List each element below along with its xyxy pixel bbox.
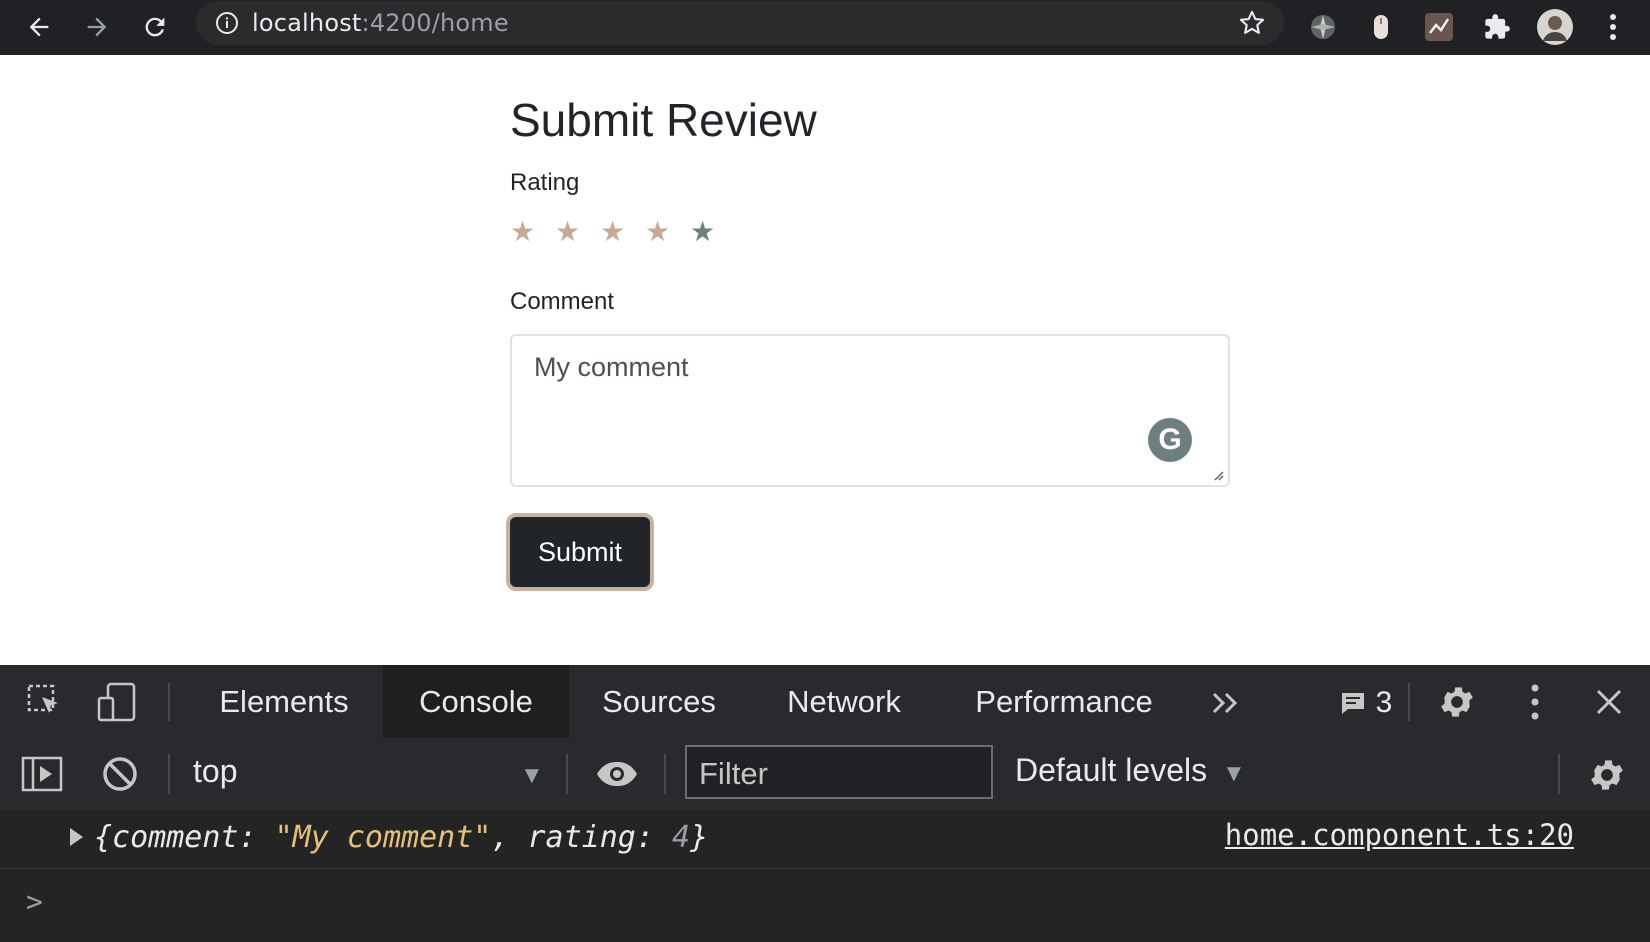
resize-handle-icon[interactable] <box>1212 469 1224 481</box>
forward-button[interactable] <box>76 6 118 48</box>
url-text: localhost:4200/home <box>252 9 509 37</box>
reload-icon <box>145 17 165 37</box>
tab-network[interactable]: Network <box>760 665 928 738</box>
star-rating[interactable]: ★ ★ ★ ★ ★ <box>508 218 717 246</box>
live-expression-eye-icon[interactable] <box>594 752 640 796</box>
url-host: localhost <box>252 9 362 37</box>
log-source-link[interactable]: home.component.ts:20 <box>1225 818 1574 852</box>
tab-elements[interactable]: Elements <box>188 665 380 738</box>
arrow-left-icon <box>29 17 49 37</box>
devtools-panel: Elements Console Sources Network Perform… <box>0 665 1650 942</box>
tab-sources[interactable]: Sources <box>575 665 743 738</box>
dropdown-arrow-icon[interactable]: ▼ <box>1222 760 1246 788</box>
rating-label: Rating <box>510 169 580 196</box>
divider <box>1408 683 1410 721</box>
show-sidebar-icon[interactable] <box>20 752 64 796</box>
console-settings-gear-icon[interactable] <box>1584 752 1630 798</box>
log-levels-dropdown[interactable]: Default levels <box>1015 752 1207 789</box>
extension-compass-icon[interactable] <box>1302 6 1344 48</box>
bookmark-star-icon[interactable] <box>1238 9 1266 37</box>
device-toolbar-icon[interactable] <box>94 681 140 723</box>
console-toolbar: top ▼ Filter Default levels ▼ <box>0 738 1650 811</box>
log-object[interactable]: {comment: "My comment", rating: 4} <box>94 820 708 855</box>
extension-mouse-icon[interactable] <box>1360 6 1402 48</box>
message-icon <box>1341 693 1364 714</box>
inspect-element-icon[interactable] <box>24 681 66 723</box>
divider <box>1558 754 1560 794</box>
message-count: 3 <box>1375 686 1393 719</box>
filter-placeholder: Filter <box>699 756 768 791</box>
close-devtools-icon[interactable] <box>1588 681 1630 723</box>
settings-gear-icon[interactable] <box>1434 679 1480 725</box>
back-button[interactable] <box>18 6 60 48</box>
submit-button-label: Submit <box>537 536 623 567</box>
devtools-menu-icon[interactable] <box>1520 681 1550 723</box>
log-prefix: {comment: <box>94 820 275 855</box>
console-log-entry: {comment: "My comment", rating: 4} home.… <box>0 810 1650 869</box>
divider <box>566 754 568 794</box>
log-mid: , rating: <box>491 820 672 855</box>
page-content: Submit Review Rating ★ ★ ★ ★ ★ Comment My co… <box>0 55 1650 665</box>
expand-triangle-icon[interactable] <box>70 828 83 846</box>
console-prompt[interactable]: > <box>26 885 43 918</box>
address-bar[interactable]: localhost:4200/home <box>196 1 1284 45</box>
devtools-tab-bar: Elements Console Sources Network Perform… <box>0 665 1650 739</box>
star-icon[interactable]: ★ <box>688 218 717 246</box>
comment-textarea[interactable]: My comment G <box>510 334 1230 487</box>
log-rating-value: 4 <box>672 820 691 855</box>
browser-menu-icon[interactable] <box>1592 6 1634 48</box>
grammarly-icon[interactable]: G <box>1148 418 1192 462</box>
extensions-puzzle-icon[interactable] <box>1476 6 1518 48</box>
extension-chart-icon[interactable] <box>1418 6 1460 48</box>
clear-console-icon[interactable] <box>98 752 142 796</box>
more-tabs-chevron-icon[interactable] <box>1206 683 1246 723</box>
star-icon[interactable]: ★ <box>643 218 672 246</box>
info-icon[interactable] <box>214 10 240 36</box>
dropdown-arrow-icon[interactable]: ▼ <box>520 762 544 790</box>
arrow-right-icon <box>87 17 107 37</box>
browser-toolbar: localhost:4200/home <box>0 0 1650 55</box>
profile-avatar[interactable] <box>1534 6 1576 48</box>
star-icon[interactable]: ★ <box>598 218 627 246</box>
context-selector[interactable]: top <box>193 753 237 790</box>
page-title: Submit Review <box>510 94 817 146</box>
comment-label: Comment <box>510 288 615 315</box>
filter-input[interactable]: Filter <box>685 745 993 799</box>
star-icon[interactable]: ★ <box>508 218 537 246</box>
divider <box>168 754 170 794</box>
url-path: :4200/home <box>361 9 509 37</box>
star-icon[interactable]: ★ <box>553 218 582 246</box>
divider <box>168 683 170 721</box>
tab-performance[interactable]: Performance <box>948 665 1180 738</box>
divider <box>664 754 666 794</box>
comment-text: My comment <box>534 352 689 382</box>
messages-counter[interactable]: 3 <box>1330 683 1402 723</box>
log-suffix: } <box>690 820 709 855</box>
reload-button[interactable] <box>134 6 176 48</box>
submit-button[interactable]: Submit <box>506 513 654 591</box>
log-comment-value: "My comment" <box>274 820 492 855</box>
tab-console[interactable]: Console <box>383 665 569 738</box>
